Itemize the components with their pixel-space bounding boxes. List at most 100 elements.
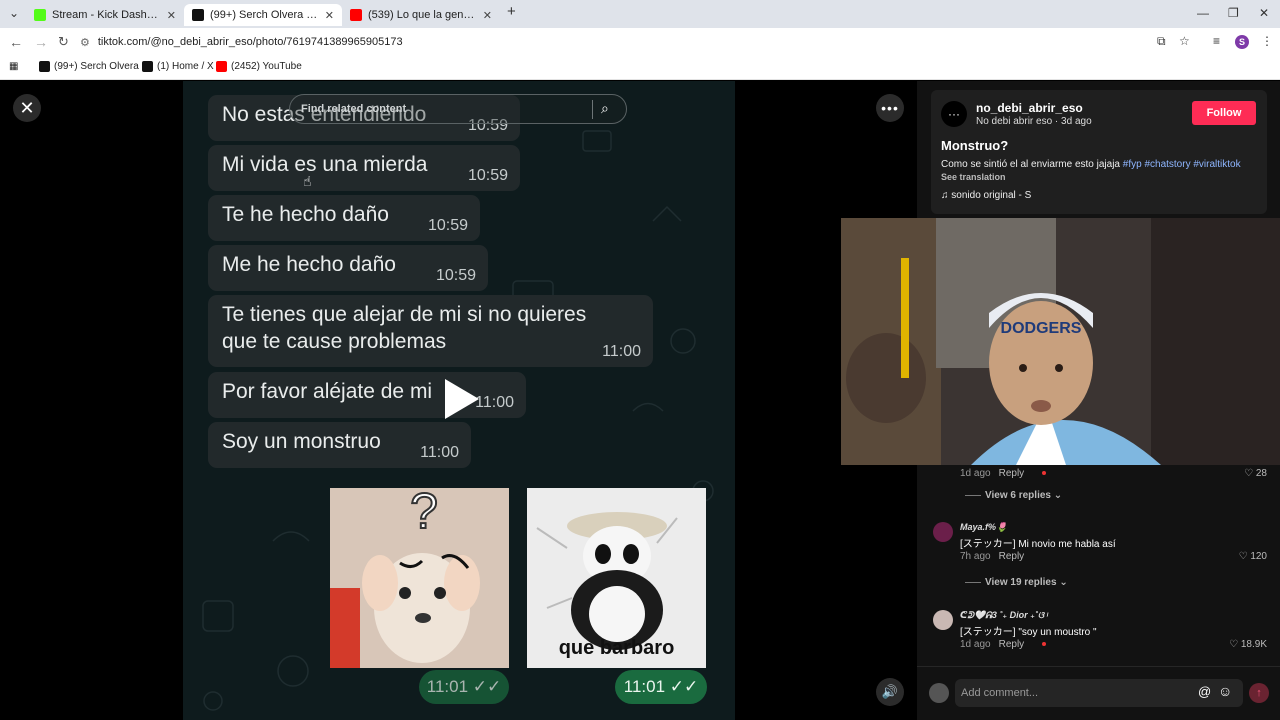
bookmark-x[interactable]: (1) Home / X	[142, 61, 214, 72]
back-icon[interactable]: ←	[9, 34, 23, 50]
close-icon[interactable]: ✕	[13, 94, 41, 122]
see-translation-link[interactable]: See translation	[941, 172, 1006, 182]
new-tab-button[interactable]: +	[507, 3, 516, 20]
tab-youtube[interactable]: (539) Lo que la gente cuenta - ✕	[342, 4, 500, 26]
browser-toolbar: ← → ↻ ⚙ tiktok.com/@no_debi_abrir_eso/ph…	[0, 28, 1280, 56]
chat-bubble: Soy un monstruo 11:00	[208, 422, 471, 468]
message-text: Mi vida es una mierda	[222, 153, 428, 176]
volume-icon[interactable]: 🔊	[876, 678, 904, 706]
message-text: Te tienes que alejar de mi si no quieres	[222, 303, 587, 326]
message-time: 10:59	[435, 267, 476, 284]
message-text: Te he hecho daño	[222, 203, 389, 226]
tiktok-icon	[39, 61, 50, 72]
bookmarks-bar: ▦ (99+) Serch Olvera (... (1) Home / X (…	[0, 56, 1280, 80]
sticker-time-badge: 11:01 ✓✓	[419, 670, 509, 704]
comment-item: Maya.f%🌷 [ステッカー] Mi novio me habla así 7…	[931, 522, 1267, 562]
bookmark-youtube[interactable]: (2452) YouTube	[216, 61, 302, 72]
mention-icon[interactable]: @	[1198, 684, 1211, 699]
commenter-avatar[interactable]	[933, 522, 953, 542]
find-related-search[interactable]: Find related content ⌕	[289, 94, 627, 124]
chevron-down-icon: ⌄	[1053, 490, 1063, 501]
bookmark-label: (1) Home / X	[157, 61, 214, 72]
like-count[interactable]: ♡ 18.9K	[1229, 639, 1267, 650]
close-tab-icon[interactable]: ✕	[483, 9, 492, 22]
menu-icon[interactable]: ⋮	[1261, 34, 1273, 48]
notification-dot	[1042, 642, 1047, 647]
music-row[interactable]: ♫ sonido original - S	[941, 190, 1031, 201]
tab-kick-dashboard[interactable]: Stream - Kick Dashboard ✕	[26, 4, 184, 26]
close-tab-icon[interactable]: ✕	[167, 9, 176, 22]
tab-title: (539) Lo que la gente cuenta -	[368, 9, 477, 21]
sticker-puppy: ?	[330, 482, 509, 668]
chat-bubble: Te tienes que alejar de mi si no quieres…	[208, 295, 653, 367]
message-text: Me he hecho daño	[222, 253, 396, 276]
search-icon[interactable]: ⌕	[601, 100, 609, 117]
like-count[interactable]: ♡ 28	[1244, 468, 1267, 479]
url-text: tiktok.com/@no_debi_abrir_eso/photo/7619…	[97, 36, 403, 48]
search-divider	[592, 100, 593, 119]
bookmark-tiktok[interactable]: (99+) Serch Olvera (...	[39, 61, 153, 72]
svg-text:?: ?	[410, 488, 438, 539]
bookmark-star-icon[interactable]: ☆	[1179, 34, 1190, 48]
video-player[interactable]: No estas entendiendo 10:59 Find related …	[0, 81, 917, 720]
like-count[interactable]: ♡ 120	[1239, 551, 1267, 562]
commenter-name[interactable]: Maya.f%🌷	[960, 522, 1007, 533]
tiktok-icon	[192, 9, 204, 21]
sticker-caption: que barbaro	[558, 637, 675, 659]
tab-tiktok[interactable]: (99+) Serch Olvera (@serch ✕	[184, 4, 342, 26]
maximize-icon[interactable]: ❐	[1228, 6, 1239, 20]
message-time: 11:00	[475, 394, 514, 411]
x-icon	[142, 61, 153, 72]
comment-item: ᕦᕲ🤍ᕱ3 ˚₊ Dior ₊˚ଓ ᵎ [ステッカー] "soy un mous…	[931, 610, 1267, 650]
author-avatar[interactable]: ···	[941, 101, 967, 127]
profile-avatar[interactable]: S	[1235, 35, 1249, 49]
like-number: 120	[1250, 551, 1267, 562]
hashtag-links[interactable]: #fyp #chatstory #viraltiktok	[1123, 159, 1241, 170]
mouse-cursor-icon: ☝	[303, 173, 312, 189]
reload-icon[interactable]: ↻	[58, 34, 69, 50]
comment-bar: @ ☺ ↑	[917, 666, 1280, 720]
tab-search-icon[interactable]: ⌄	[9, 6, 19, 20]
chat-bubble: Te he hecho daño 10:59	[208, 195, 480, 241]
view-replies-button[interactable]: View 6 replies ⌄	[965, 490, 1062, 501]
reply-button[interactable]: Reply	[999, 639, 1025, 650]
tab-bar: ⌄ Stream - Kick Dashboard ✕ (99+) Serch …	[0, 0, 1280, 28]
webcam-overlay: DODGERS	[841, 218, 1280, 465]
apps-icon[interactable]: ▦	[9, 61, 18, 72]
install-icon[interactable]: ⧉	[1157, 34, 1166, 49]
post-description: Como se sintió el al enviarme esto jajaj…	[941, 159, 1241, 170]
comment-meta: 1d ago Reply	[960, 639, 1047, 650]
address-bar[interactable]: ⚙ tiktok.com/@no_debi_abrir_eso/photo/76…	[80, 31, 1140, 53]
music-note-icon: ♫	[941, 190, 952, 201]
chevron-down-icon: ⌄	[1059, 577, 1068, 588]
minimize-icon[interactable]: —	[1197, 6, 1209, 20]
reply-button[interactable]: Reply	[999, 551, 1025, 562]
emoji-icon[interactable]: ☺	[1218, 683, 1232, 699]
play-icon[interactable]	[445, 379, 479, 419]
close-window-icon[interactable]: ✕	[1259, 6, 1269, 20]
divider-line	[965, 494, 981, 496]
commenter-name[interactable]: ᕦᕲ🤍ᕱ3 ˚₊ Dior ₊˚ଓ ᵎ	[960, 610, 1048, 621]
site-info-icon[interactable]: ⚙	[80, 36, 90, 49]
view-replies-label: View 6 replies	[985, 490, 1051, 501]
forward-icon[interactable]: →	[34, 34, 48, 50]
reply-button[interactable]: Reply	[999, 468, 1025, 479]
sticker-time-badge: 11:01 ✓✓	[615, 670, 707, 704]
comment-text: [ステッカー] Mi novio me habla así	[960, 539, 1116, 550]
post-title: Monstruo?	[941, 138, 1009, 153]
view-replies-button[interactable]: View 19 replies ⌄	[965, 577, 1068, 588]
comment-time: 7h ago	[960, 551, 991, 562]
author-username[interactable]: no_debi_abrir_eso	[976, 101, 1083, 115]
message-time: 10:59	[467, 167, 508, 184]
sticker-panda: que barbaro	[527, 488, 706, 668]
music-title: sonido original - S	[951, 190, 1032, 201]
comments-list: 1d ago Reply ♡ 28 View 6 replies ⌄ Maya.f…	[917, 466, 1280, 666]
close-tab-icon[interactable]: ✕	[325, 9, 334, 22]
more-options-icon[interactable]: •••	[876, 94, 904, 122]
commenter-avatar[interactable]	[933, 610, 953, 630]
follow-button[interactable]: Follow	[1192, 101, 1256, 125]
post-comment-button[interactable]: ↑	[1249, 683, 1269, 703]
divider-line	[965, 581, 981, 583]
extensions-icon[interactable]: ≡	[1213, 34, 1220, 48]
streamer-webcam-image: DODGERS	[841, 218, 1280, 465]
